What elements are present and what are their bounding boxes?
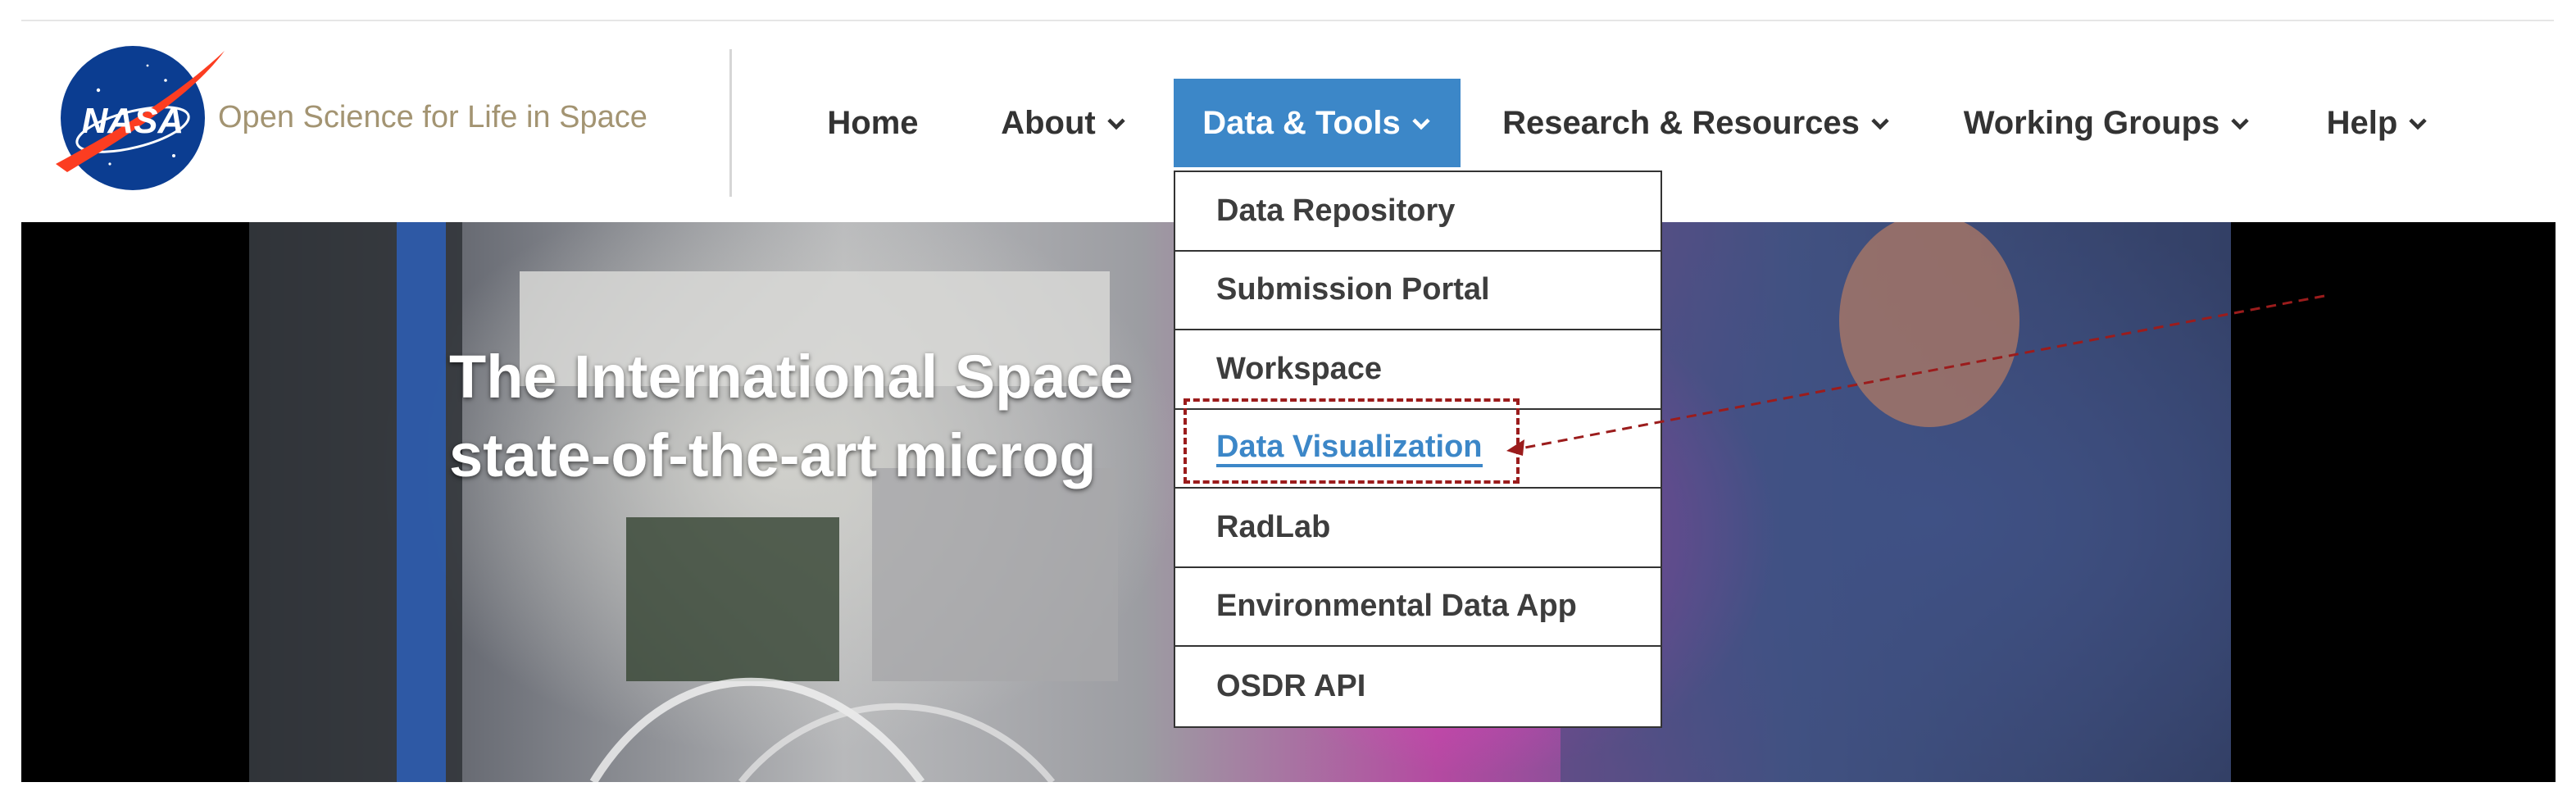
chevron-down-icon <box>1107 118 1125 130</box>
dropdown-item-label: RadLab <box>1216 509 1331 544</box>
hero-title-line-2: state-of-the-art microg <box>449 421 1097 489</box>
header-divider <box>729 49 732 197</box>
dropdown-item-label: OSDR API <box>1216 668 1366 703</box>
nasa-logo[interactable]: NASA <box>51 41 231 195</box>
dropdown-item-environmental-data-app[interactable]: Environmental Data App <box>1175 568 1661 647</box>
nav-research-resources[interactable]: Research & Resources <box>1497 79 1897 167</box>
nav-help-label: Help <box>2326 104 2398 141</box>
logo-text: NASA <box>82 101 184 141</box>
hero-title-line-1: The International Space <box>449 343 1134 411</box>
chevron-down-icon <box>2409 118 2428 130</box>
nav-working-groups-label: Working Groups <box>1963 104 2220 141</box>
nav-home[interactable]: Home <box>816 79 929 167</box>
chevron-down-icon <box>1412 118 1430 130</box>
nav-data-tools[interactable]: Data & Tools <box>1174 79 1461 167</box>
nav-about-label: About <box>1001 104 1096 141</box>
dropdown-item-data-repository[interactable]: Data Repository <box>1175 172 1661 252</box>
dropdown-item-label: Environmental Data App <box>1216 589 1577 624</box>
dropdown-item-submission-portal[interactable]: Submission Portal <box>1175 252 1661 330</box>
dropdown-item-label: Workspace <box>1216 351 1383 386</box>
nav-research-resources-label: Research & Resources <box>1502 104 1860 141</box>
chevron-down-icon <box>1871 118 1889 130</box>
annotation-highlight-box <box>1184 398 1520 484</box>
nav-home-label: Home <box>827 104 919 141</box>
hero-title: The International Space state-of-the-art… <box>449 338 1134 495</box>
nav-help[interactable]: Help <box>2316 79 2439 167</box>
dropdown-item-osdr-api[interactable]: OSDR API <box>1175 647 1661 726</box>
nav-data-tools-label: Data & Tools <box>1202 104 1401 141</box>
dropdown-item-label: Submission Portal <box>1216 272 1490 307</box>
top-border-line <box>21 20 2554 21</box>
chevron-down-icon <box>2231 118 2250 130</box>
site-title[interactable]: Open Science for Life in Space <box>218 98 647 136</box>
dropdown-item-radlab[interactable]: RadLab <box>1175 489 1661 568</box>
nav-working-groups[interactable]: Working Groups <box>1956 79 2259 167</box>
nav-about[interactable]: About <box>990 79 1138 167</box>
dropdown-item-label: Data Repository <box>1216 193 1456 228</box>
